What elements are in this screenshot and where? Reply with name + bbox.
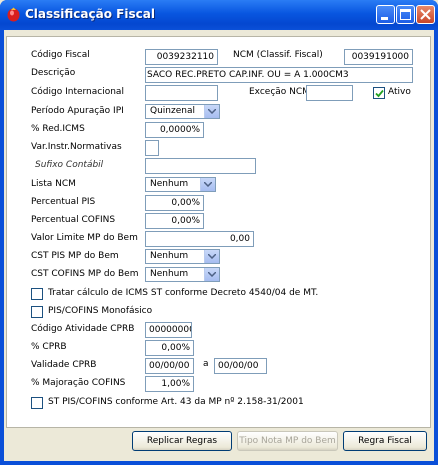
excecao-ncm-label: Exceção NCM xyxy=(249,87,310,97)
majoracao-cofins-label: % Majoração COFINS xyxy=(31,378,126,388)
percentual-cofins-label: Percentual COFINS xyxy=(31,215,116,225)
red-icms-field[interactable]: 0,0000% xyxy=(145,122,204,138)
ativo-label: Ativo xyxy=(388,87,411,97)
codigo-internacional-field[interactable] xyxy=(145,85,218,101)
dropdown-arrow-icon[interactable] xyxy=(204,268,219,281)
codigo-internacional-label: Código Internacional xyxy=(31,87,124,97)
pis-cofins-monofasico-checkbox[interactable] xyxy=(31,306,43,318)
ncm-label: NCM (Classif. Fiscal) xyxy=(233,50,323,60)
form-panel: Código Fiscal 0039232110 NCM (Classif. F… xyxy=(6,36,431,428)
window-title: Classificação Fiscal xyxy=(25,7,155,21)
tratar-icms-label: Tratar cálculo de ICMS ST conforme Decre… xyxy=(48,288,319,298)
cst-cofins-value: Nenhum xyxy=(150,269,189,279)
regra-fiscal-button[interactable]: Regra Fiscal xyxy=(343,431,427,451)
maximize-button[interactable] xyxy=(396,5,415,24)
cod-atividade-label: Código Atividade CPRB xyxy=(31,324,135,334)
lista-ncm-label: Lista NCM xyxy=(31,179,76,189)
close-icon xyxy=(420,9,431,20)
periodo-apuracao-value: Quinzenal xyxy=(150,106,195,116)
codigo-fiscal-label: Código Fiscal xyxy=(31,50,90,60)
st-pis-cofins-label: ST PIS/COFINS conforme Art. 43 da MP nº … xyxy=(48,397,304,407)
valor-limite-label: Valor Limite MP do Bem xyxy=(31,233,138,243)
minimize-icon xyxy=(381,17,388,20)
replicar-regras-button[interactable]: Replicar Regras xyxy=(132,431,232,451)
ativo-checkbox[interactable] xyxy=(373,87,385,99)
tratar-icms-checkbox[interactable] xyxy=(31,288,43,300)
majoracao-cofins-field[interactable]: 1,00% xyxy=(145,376,194,392)
dropdown-arrow-icon[interactable] xyxy=(204,250,219,263)
sufixo-contabil-field[interactable] xyxy=(145,158,256,174)
dropdown-arrow-icon[interactable] xyxy=(200,178,215,191)
minimize-button[interactable] xyxy=(376,5,395,24)
var-instr-field[interactable] xyxy=(145,140,159,156)
cprb-label: % CPRB xyxy=(31,342,67,352)
lista-ncm-value: Nenhum xyxy=(150,179,189,189)
cst-cofins-select[interactable]: Nenhum xyxy=(145,267,220,282)
ncm-field[interactable]: 0039191000 xyxy=(344,49,413,65)
validade-ate-field[interactable]: 00/00/00 xyxy=(214,358,267,374)
dropdown-arrow-icon[interactable] xyxy=(204,105,219,118)
excecao-ncm-field[interactable] xyxy=(306,85,353,101)
validade-de-field[interactable]: 00/00/00 xyxy=(145,358,194,374)
window-client-area: Código Fiscal 0039232110 NCM (Classif. F… xyxy=(4,30,434,461)
lista-ncm-select[interactable]: Nenhum xyxy=(145,177,216,192)
valor-limite-field[interactable]: 0,00 xyxy=(145,231,254,247)
tipo-nota-button[interactable]: Tipo Nota MP do Bem xyxy=(237,431,338,451)
maximize-icon xyxy=(400,9,411,20)
app-icon xyxy=(7,7,20,22)
title-bar[interactable]: Classificação Fiscal xyxy=(0,0,438,30)
percentual-cofins-field[interactable]: 0,00% xyxy=(145,213,204,229)
cprb-field[interactable]: 0,00% xyxy=(145,340,194,356)
periodo-apuracao-select[interactable]: Quinzenal xyxy=(145,104,220,119)
cst-pis-select[interactable]: Nenhum xyxy=(145,249,220,264)
checkmark-icon xyxy=(375,89,384,98)
validade-cprb-label: Validade CPRB xyxy=(31,360,97,370)
pis-cofins-monofasico-label: PIS/COFINS Monofásico xyxy=(48,306,153,316)
cst-pis-value: Nenhum xyxy=(150,251,189,261)
periodo-apuracao-label: Período Apuração IPI xyxy=(31,106,124,116)
percentual-pis-label: Percentual PIS xyxy=(31,197,96,207)
red-icms-label: % Red.ICMS xyxy=(31,124,85,134)
descricao-field[interactable]: SACO REC.PRETO CAP.INF. OU = A 1.000CM3 xyxy=(145,67,413,83)
cst-pis-label: CST PIS MP do Bem xyxy=(31,251,119,261)
percentual-pis-field[interactable]: 0,00% xyxy=(145,195,204,211)
sufixo-contabil-label: Sufixo Contábil xyxy=(35,160,104,170)
cod-atividade-field[interactable]: 00000000 xyxy=(145,322,192,338)
var-instr-label: Var.Instr.Normativas xyxy=(31,142,122,152)
validade-a-label: a xyxy=(203,359,209,369)
close-button[interactable] xyxy=(416,5,435,24)
codigo-fiscal-field[interactable]: 0039232110 xyxy=(145,49,218,65)
st-pis-cofins-checkbox[interactable] xyxy=(31,397,43,409)
descricao-label: Descrição xyxy=(31,68,76,78)
cst-cofins-label: CST COFINS MP do Bem xyxy=(31,269,139,279)
window: Classificação Fiscal Código Fiscal 00392… xyxy=(0,0,438,465)
